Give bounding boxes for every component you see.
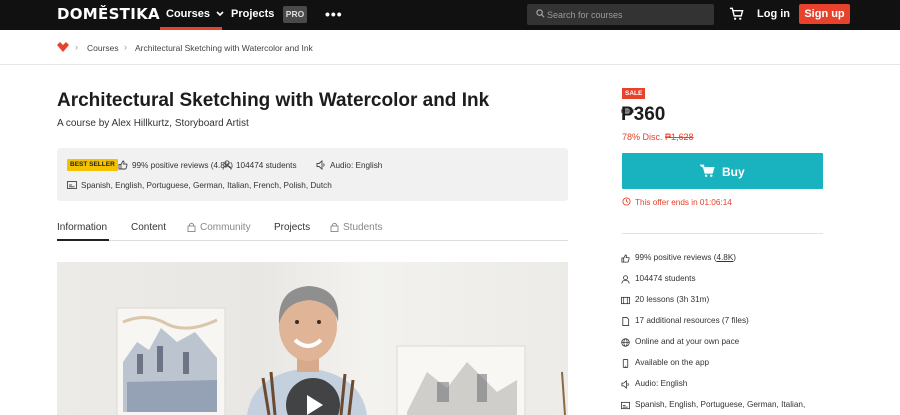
speaker-icon [316,160,325,170]
price: ₱360 [621,104,666,125]
original-price: ₱1,628 [665,132,694,142]
more-menu-icon[interactable]: ••• [325,6,343,22]
buy-label: Buy [722,165,745,179]
phone-icon [622,359,629,368]
feature-app-text: Available on the app [635,358,710,367]
globe-icon [621,338,630,347]
course-author: A course by Alex Hillkurtz, Storyboard A… [57,118,249,129]
page-title: Architectural Sketching with Watercolor … [57,90,490,111]
reviews-text: 99% positive reviews (4.8K) [132,161,234,170]
buy-button[interactable]: Buy [622,153,823,189]
feature-reviews-close: ) [733,253,737,262]
divider [622,233,823,234]
lock-icon [187,222,196,232]
nav-courses-label: Courses [166,8,211,20]
feature-subtitles-text: Spanish, English, Portuguese, German, It… [635,400,806,409]
cart-icon[interactable] [729,7,744,21]
thumbs-up-icon [621,254,630,263]
audio-text: Audio: English [330,161,383,170]
reviews-link[interactable]: 4.8K [716,253,733,262]
subtitles-icon [621,401,630,410]
students-text: 104474 students [236,161,297,170]
tab-community[interactable]: Community [200,222,251,233]
breadcrumb-courses[interactable]: Courses [87,43,119,53]
signup-button[interactable]: Sign up [799,4,850,24]
search-icon [536,9,545,18]
cart-icon [700,164,715,177]
video-thumbnail [116,286,566,415]
user-icon [621,275,630,284]
breadcrumb-separator-icon: › [124,42,127,52]
speaker-icon [621,380,629,389]
film-icon [621,296,630,305]
tab-content[interactable]: Content [131,222,166,233]
discount-text: 78% Disc. ₱1,628 [622,132,694,142]
sale-badge: SALE [622,88,646,99]
feature-resources-text: 17 additional resources (7 files) [635,316,749,325]
feature-online-text: Online and at your own pace [635,337,740,346]
domestika-logo[interactable]: DOMĚSTIKA [57,5,160,23]
feature-lessons-text: 20 lessons (3h 31m) [635,295,710,304]
course-tabs: Information Content Community Projects S… [57,219,568,241]
chevron-down-icon [216,11,224,17]
pro-badge[interactable]: PRO [283,6,307,23]
nav-courses[interactable]: Courses [166,8,224,20]
feature-audio-text: Audio: English [635,379,688,388]
thumbs-up-icon [118,160,128,170]
breadcrumb-current[interactable]: Architectural Sketching with Watercolor … [135,43,313,53]
user-icon [222,160,232,170]
login-link[interactable]: Log in [757,8,790,20]
nav-projects[interactable]: Projects [231,8,274,20]
tab-projects[interactable]: Projects [274,222,310,233]
breadcrumb-separator-icon: › [75,42,78,52]
subtitles-icon [67,181,77,189]
top-nav: DOMĚSTIKA Courses Projects PRO ••• Log i… [0,0,900,30]
breadcrumb: › Courses › Architectural Sketching with… [0,30,900,65]
feature-students-text: 104474 students [635,274,696,283]
search-input[interactable] [547,4,707,25]
search-box[interactable] [527,4,714,25]
course-info-box: BEST SELLER 99% positive reviews (4.8K) … [57,148,568,201]
course-trailer-video[interactable] [57,262,568,415]
subtitles-text: Spanish, English, Portuguese, German, It… [81,181,332,190]
tab-information[interactable]: Information [57,222,107,233]
feature-reviews-text: 99% positive reviews ( [635,253,717,262]
active-tab-indicator [57,239,109,241]
tab-students[interactable]: Students [343,222,382,233]
file-icon [622,317,630,326]
clock-icon [622,197,631,206]
domestika-home-icon[interactable] [57,42,69,52]
discount-label: 78% Disc. [622,132,663,142]
lock-icon [330,222,339,232]
offer-countdown: This offer ends in 01:06:14 [635,198,732,207]
best-seller-badge: BEST SELLER [67,159,118,171]
